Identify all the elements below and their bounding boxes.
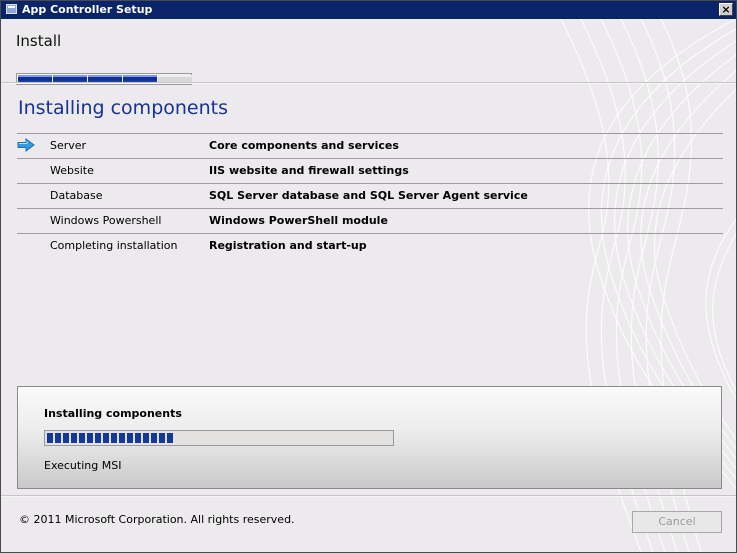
component-description: Registration and start-up	[209, 239, 367, 252]
component-description: Core components and services	[209, 139, 399, 152]
component-name: Server	[50, 139, 87, 152]
window-title: App Controller Setup	[22, 3, 153, 16]
install-progress-bar	[44, 430, 394, 446]
component-description: IIS website and firewall settings	[209, 164, 409, 177]
footer-divider-highlight	[1, 496, 736, 497]
progress-fill	[47, 433, 174, 443]
close-button[interactable]: ×	[719, 3, 733, 16]
component-name: Database	[50, 189, 103, 202]
status-message: Executing MSI	[44, 459, 122, 472]
page-title: Install	[16, 32, 62, 50]
copyright-text: © 2011 Microsoft Corporation. All rights…	[19, 513, 295, 526]
component-description: SQL Server database and SQL Server Agent…	[209, 189, 528, 202]
component-description: Windows PowerShell module	[209, 214, 388, 227]
list-item: Database SQL Server database and SQL Ser…	[17, 183, 723, 208]
section-title: Installing components	[18, 97, 229, 119]
title-bar[interactable]: App Controller Setup ×	[1, 1, 736, 19]
components-list: Server Core components and services Webs…	[17, 133, 723, 258]
list-item: Completing installation Registration and…	[17, 233, 723, 258]
setup-window-icon	[6, 4, 17, 14]
component-name: Completing installation	[50, 239, 178, 252]
header-divider-highlight	[1, 83, 736, 84]
arrow-right-icon	[17, 138, 35, 152]
status-panel: Installing components Executing MSI	[17, 386, 722, 489]
status-title: Installing components	[44, 407, 182, 420]
list-item: Windows Powershell Windows PowerShell mo…	[17, 208, 723, 233]
component-name: Website	[50, 164, 94, 177]
component-name: Windows Powershell	[50, 214, 162, 227]
list-item: Server Core components and services	[17, 133, 723, 158]
page-header: Install	[1, 19, 736, 85]
setup-window: App Controller Setup × Install Installin…	[0, 0, 737, 553]
cancel-button[interactable]: Cancel	[632, 511, 722, 533]
list-item: Website IIS website and firewall setting…	[17, 158, 723, 183]
